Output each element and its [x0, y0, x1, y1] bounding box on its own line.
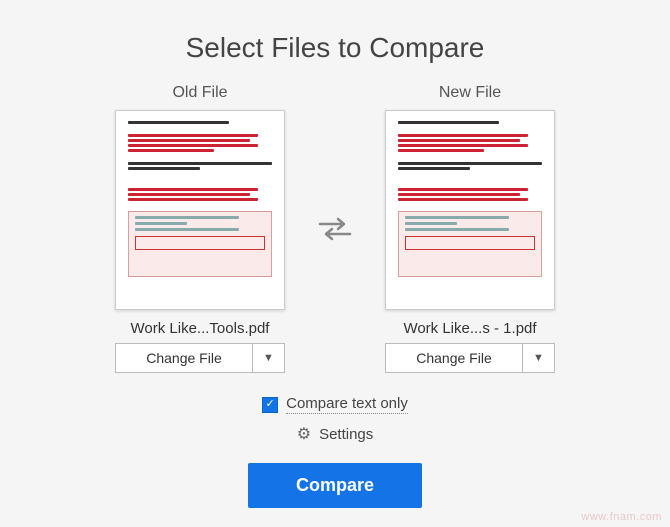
settings-label: Settings [319, 426, 373, 443]
new-file-label: New File [439, 84, 501, 102]
swap-icon[interactable] [315, 209, 355, 249]
compare-button[interactable]: Compare [248, 463, 422, 508]
settings-row[interactable]: ⚙ Settings [297, 426, 374, 443]
old-file-label: Old File [172, 84, 227, 102]
compare-text-only-checkbox[interactable]: ✓ [262, 397, 278, 413]
old-file-thumbnail[interactable] [115, 110, 285, 310]
gear-icon: ⚙ [297, 427, 311, 443]
options-area: ✓ Compare text only ⚙ Settings [262, 395, 408, 443]
old-file-name: Work Like...Tools.pdf [131, 320, 270, 337]
compare-text-only-label: Compare text only [286, 395, 408, 414]
new-file-thumbnail[interactable] [385, 110, 555, 310]
compare-text-only-row[interactable]: ✓ Compare text only [262, 395, 408, 414]
old-change-file-button[interactable]: Change File [116, 344, 252, 372]
watermark: www.fnam.com [581, 511, 662, 523]
file-pair: Old File Work Like...Tools.pdf Change Fi… [105, 84, 565, 373]
new-change-file-group: Change File ▼ [385, 343, 555, 373]
new-file-name: Work Like...s - 1.pdf [403, 320, 536, 337]
old-change-file-group: Change File ▼ [115, 343, 285, 373]
old-file-column: Old File Work Like...Tools.pdf Change Fi… [105, 84, 295, 373]
new-change-file-button[interactable]: Change File [386, 344, 522, 372]
new-file-column: New File Work Like...s - 1.pdf Change Fi… [375, 84, 565, 373]
page-title: Select Files to Compare [186, 32, 485, 64]
new-change-file-dropdown[interactable]: ▼ [522, 344, 554, 372]
old-change-file-dropdown[interactable]: ▼ [252, 344, 284, 372]
